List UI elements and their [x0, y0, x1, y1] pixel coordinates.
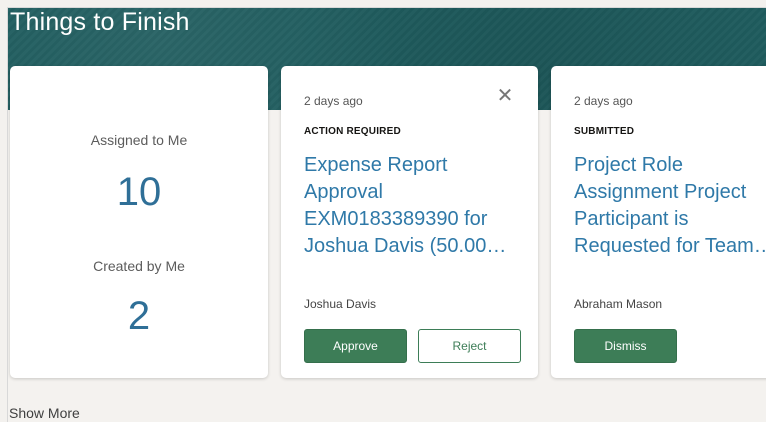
dismiss-button[interactable]: Dismiss [574, 329, 677, 363]
task-title-link[interactable]: Expense Report Approval EXM0183389390 fo… [304, 152, 519, 260]
task-person: Joshua Davis [304, 297, 377, 311]
task-time: 2 days ago [304, 94, 363, 108]
page-title: Things to Finish [10, 8, 190, 36]
reject-button[interactable]: Reject [418, 329, 521, 363]
assigned-to-me-count[interactable]: 10 [10, 170, 268, 215]
summary-card: Assigned to Me 10 Created by Me 2 [10, 66, 268, 378]
assigned-to-me-label[interactable]: Assigned to Me [10, 132, 268, 148]
task-status: ACTION REQUIRED [304, 126, 401, 137]
task-card: 2 days ago SUBMITTED Project Role Assign… [551, 66, 766, 378]
task-card: 2 days ago ✕ ACTION REQUIRED Expense Rep… [281, 66, 538, 378]
task-status: SUBMITTED [574, 126, 635, 137]
created-by-me-count[interactable]: 2 [10, 294, 268, 339]
task-time: 2 days ago [574, 94, 633, 108]
show-more-link[interactable]: Show More [9, 405, 80, 421]
created-by-me-label[interactable]: Created by Me [10, 258, 268, 274]
things-to-finish-panel: Things to Finish Assigned to Me 10 Creat… [7, 7, 766, 422]
task-title-link[interactable]: Project Role Assignment Project Particip… [574, 152, 766, 260]
close-icon[interactable]: ✕ [495, 86, 515, 106]
task-person: Abraham Mason [574, 297, 663, 311]
approve-button[interactable]: Approve [304, 329, 407, 363]
